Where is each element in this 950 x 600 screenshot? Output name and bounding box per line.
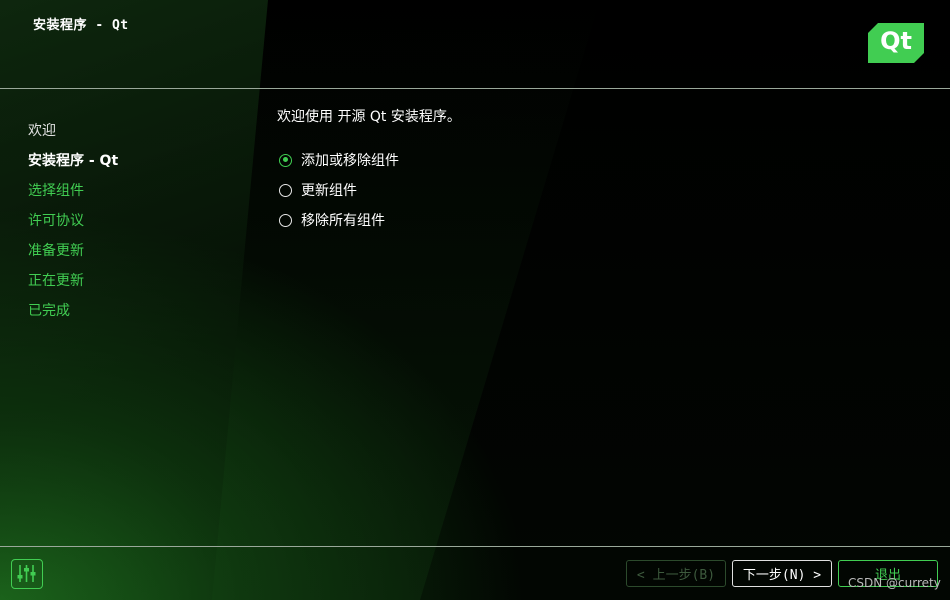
sidebar-steps: 欢迎 安装程序 - Qt 选择组件 许可协议 准备更新 正在更新 已完成: [28, 120, 118, 330]
option-label: 移除所有组件: [301, 213, 385, 229]
radio-unchecked-icon[interactable]: [279, 213, 292, 227]
radio-unchecked-icon[interactable]: [279, 183, 292, 197]
radio-checked-icon[interactable]: [279, 153, 292, 167]
header-divider: [0, 88, 950, 89]
sliders-icon[interactable]: [11, 559, 43, 589]
sidebar-item-welcome: 欢迎: [28, 123, 56, 139]
option-label: 更新组件: [301, 183, 357, 199]
footer-divider: [0, 546, 950, 547]
sidebar-item-updating: 正在更新: [28, 273, 84, 289]
back-button[interactable]: < 上一步(B): [626, 560, 726, 587]
qt-logo: Qt: [868, 23, 924, 63]
window-title: 安装程序 - Qt: [33, 18, 129, 33]
sidebar-item-prepare-update: 准备更新: [28, 243, 84, 259]
option-update-components[interactable]: 更新组件: [279, 175, 399, 205]
watermark: CSDN @currety: [848, 576, 941, 590]
sidebar-item-license: 许可协议: [28, 213, 84, 229]
sliders-icon-graphic: [17, 565, 36, 582]
sidebar-item-finished: 已完成: [28, 303, 70, 319]
option-add-remove-components[interactable]: 添加或移除组件: [279, 145, 399, 175]
qt-logo-text: Qt: [880, 27, 912, 55]
sidebar-item-installer: 安装程序 - Qt: [28, 153, 119, 169]
welcome-text: 欢迎使用 开源 Qt 安装程序。: [277, 109, 461, 125]
sidebar-item-select-components: 选择组件: [28, 183, 84, 199]
next-button[interactable]: 下一步(N) >: [732, 560, 832, 587]
maintenance-options: 添加或移除组件 更新组件 移除所有组件: [279, 145, 399, 235]
option-remove-all-components[interactable]: 移除所有组件: [279, 205, 399, 235]
option-label: 添加或移除组件: [301, 153, 399, 169]
